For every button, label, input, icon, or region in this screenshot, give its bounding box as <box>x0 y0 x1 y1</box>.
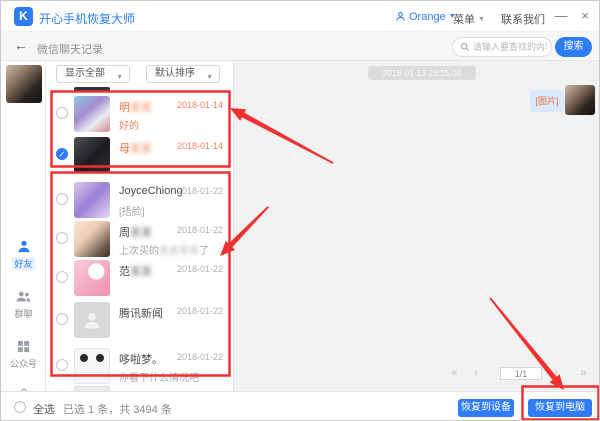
page-prev-button[interactable]: ‹ <box>474 365 478 379</box>
user-icon <box>395 11 406 25</box>
row-checkbox-checked[interactable]: ✓ <box>56 148 68 160</box>
row-checkbox[interactable] <box>56 193 68 205</box>
list-item[interactable]: 腾讯新闻 2018-01-22 <box>46 302 234 338</box>
list-item[interactable]: 明某某 2018-01-14 好的 <box>46 96 234 136</box>
recover-to-device-button[interactable]: 恢复到设备 <box>458 399 514 417</box>
app-window: K 开心手机恢复大师 Orange▼ 菜单▼ 联系我们 — × ← 微信聊天记录… <box>0 0 600 421</box>
title-bar: K 开心手机恢复大师 Orange▼ 菜单▼ 联系我们 — × <box>1 1 600 32</box>
avatar <box>74 137 110 173</box>
row-message: 好的 <box>119 117 139 132</box>
sidebar-item-friends[interactable]: 好友 <box>1 239 46 272</box>
app-title: 开心手机恢复大师 <box>39 10 135 27</box>
chevron-down-icon: ▼ <box>478 16 485 23</box>
user-menu[interactable]: Orange▼ <box>409 11 456 23</box>
list-item[interactable]: JoyceChiong 2018-01-22 [捂脸] <box>46 182 234 222</box>
minimize-button[interactable]: — <box>553 8 569 23</box>
redacted-name: 某某 <box>130 227 152 239</box>
avatar <box>6 65 42 103</box>
sidebar-item-label: 好友 <box>12 257 34 270</box>
row-date: 2018-01-22 <box>177 264 223 274</box>
partially-scrolled-avatar <box>74 87 110 92</box>
group-icon <box>15 289 32 304</box>
sidebar-item-groups[interactable]: 群聊 <box>1 289 46 322</box>
chevron-down-icon: ▼ <box>116 70 123 86</box>
row-date: 2018-01-22 <box>177 352 223 362</box>
list-item[interactable]: ✓ 母某某 2018-01-14 <box>46 137 234 173</box>
contact-name: 腾讯新闻 <box>119 305 163 321</box>
redacted-name: 某某 <box>130 143 152 155</box>
list-item[interactable]: 哆啦梦。 2018-01-22 你看下什么情况吧 <box>46 348 234 388</box>
row-date: 2018-01-22 <box>177 306 223 316</box>
row-date: 2018-01-14 <box>177 100 223 110</box>
filter-dropdown[interactable]: 显示全部▼ <box>56 65 130 83</box>
row-checkbox[interactable] <box>56 359 68 371</box>
page-last-button[interactable]: » <box>580 365 587 379</box>
timestamp-pill: 2018-01-13 23:15:00 <box>368 66 476 80</box>
search-button[interactable]: 搜索 <box>555 37 592 57</box>
recover-to-computer-button[interactable]: 恢复到电脑 <box>528 399 592 417</box>
sidebar-item-label: 群聊 <box>14 307 32 320</box>
row-date: 2018-01-22 <box>177 225 223 235</box>
row-date: 2018-01-22 <box>177 186 223 196</box>
contact-name: 周 <box>119 227 130 239</box>
close-button[interactable]: × <box>577 8 593 23</box>
list-item[interactable]: 周某某 2018-01-22 上次买的某某某某了 <box>46 221 234 261</box>
contact-name: 母 <box>119 143 130 155</box>
contact-name: 明 <box>119 102 130 114</box>
avatar <box>74 96 110 132</box>
message-bubble: [图片] <box>530 90 564 112</box>
avatar <box>74 348 110 384</box>
search-icon <box>460 42 470 52</box>
redacted-name: 某某 <box>130 266 152 278</box>
footer-bar: 全选 已选 1 条，共 3494 条 恢复到设备 恢复到电脑 <box>1 391 600 421</box>
toolbar: ← 微信聊天记录 搜索 <box>1 32 600 61</box>
contact-name: 哆啦梦。 <box>119 351 163 367</box>
sidebar-item-label: 公众号 <box>10 357 37 370</box>
sort-dropdown[interactable]: 默认排序▼ <box>146 65 220 83</box>
page-first-button[interactable]: « <box>451 365 458 379</box>
list-item[interactable]: 范某某 2018-01-22 <box>46 260 234 296</box>
selection-info: 已选 1 条，共 3494 条 <box>63 401 172 417</box>
contact-us-link[interactable]: 联系我们 <box>501 11 545 27</box>
person-icon <box>16 239 32 254</box>
row-checkbox[interactable] <box>56 271 68 283</box>
select-all-label[interactable]: 全选 <box>33 401 55 417</box>
page-next-button[interactable]: › <box>554 365 558 379</box>
chat-message-panel: 2018-01-13 23:15:00 [图片] « ‹ 1/1 › » <box>234 61 600 391</box>
row-date: 2018-01-14 <box>177 141 223 151</box>
row-checkbox[interactable] <box>56 107 68 119</box>
page-indicator[interactable]: 1/1 <box>500 367 542 380</box>
back-button[interactable]: ← <box>14 37 28 53</box>
avatar <box>565 85 595 115</box>
grid-icon <box>16 339 31 354</box>
avatar <box>74 302 110 338</box>
select-all-checkbox[interactable] <box>14 401 26 413</box>
avatar <box>74 221 110 257</box>
chat-list-panel: 显示全部▼ 默认排序▼ 明某某 2018-01-14 好的 ✓ 母某某 2018… <box>46 61 234 391</box>
row-checkbox[interactable] <box>56 232 68 244</box>
row-message: 你看下什么情况吧 <box>119 369 199 384</box>
breadcrumb: 微信聊天记录 <box>37 41 103 57</box>
avatar <box>74 182 110 218</box>
contact-name: 范 <box>119 266 130 278</box>
search-box <box>452 37 552 57</box>
row-checkbox[interactable] <box>56 313 68 325</box>
avatar <box>74 260 110 296</box>
sidebar-item-official-accounts[interactable]: 公众号 <box>1 339 46 372</box>
sidebar: 好友 群聊 公众号 未知好友 <box>1 61 46 391</box>
search-input[interactable] <box>473 39 547 55</box>
row-message: [捂脸] <box>119 203 145 218</box>
contact-name: JoyceChiong <box>119 185 183 197</box>
row-message: 上次买的某某某某了 <box>119 242 209 257</box>
default-person-icon <box>82 309 102 331</box>
chevron-down-icon: ▼ <box>206 70 213 86</box>
app-logo: K <box>14 7 33 26</box>
menu-dropdown[interactable]: 菜单▼ <box>453 11 485 27</box>
redacted-name: 某某 <box>130 102 152 114</box>
